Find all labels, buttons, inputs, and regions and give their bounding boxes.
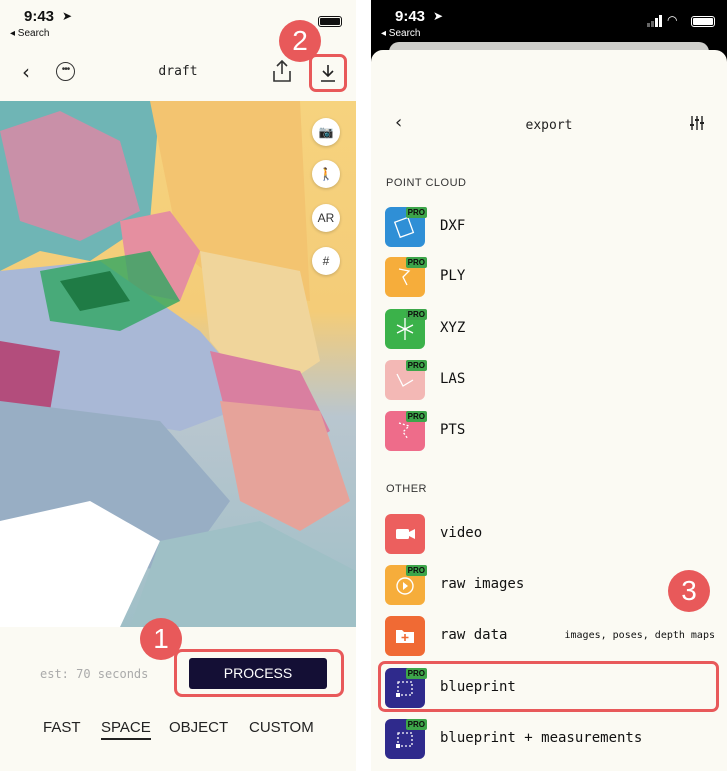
export-sheet: ‹ export POINT CLOUD OTHER PRO DXF PRO P… <box>371 50 727 771</box>
export-item-las[interactable]: PRO LAS <box>385 360 715 402</box>
estimate-text: est: 70 seconds <box>40 667 149 681</box>
section-other: OTHER <box>386 483 427 495</box>
grid-icon[interactable]: # <box>312 247 340 275</box>
battery-icon <box>691 16 715 27</box>
pro-badge: PRO <box>405 207 427 218</box>
blueprint-icon: PRO <box>385 719 427 759</box>
scan-render <box>0 101 356 627</box>
ply-icon: PRO <box>385 257 427 297</box>
wifi-icon: ◠ <box>667 13 678 27</box>
download-icon <box>321 65 335 82</box>
back-to-search-link[interactable]: ◂ Search <box>10 28 49 39</box>
export-item-xyz[interactable]: PRO XYZ <box>385 309 715 351</box>
item-label: PTS <box>440 422 466 438</box>
item-label: video <box>440 525 483 541</box>
item-label: blueprint + measurements <box>440 730 643 746</box>
item-label: raw data <box>440 627 508 643</box>
item-label: raw images <box>440 576 525 592</box>
mode-custom[interactable]: CUSTOM <box>249 719 314 736</box>
left-phone-screen: 9:43 ➤ ◂ Search ‹ ••• draft 📷 🚶 AR # est… <box>0 0 356 771</box>
export-item-dxf[interactable]: PRO DXF <box>385 207 715 249</box>
mode-fast[interactable]: FAST <box>43 719 81 736</box>
mode-space[interactable]: SPACE <box>101 719 151 740</box>
process-button[interactable]: PROCESS <box>189 658 327 689</box>
page-title: draft <box>158 64 198 79</box>
ar-button[interactable]: AR <box>312 204 340 232</box>
battery-icon <box>318 16 342 27</box>
raw-data-highlight <box>378 661 719 712</box>
export-item-blueprint-measurements[interactable]: PRO blueprint + measurements <box>385 719 715 761</box>
filter-settings-icon[interactable] <box>689 115 705 136</box>
item-label: LAS <box>440 371 466 387</box>
pro-badge: PRO <box>405 411 427 422</box>
pro-badge: PRO <box>405 309 427 320</box>
location-arrow-icon: ➤ <box>433 9 444 23</box>
folder-plus-icon <box>385 616 425 656</box>
step-badge-1: 1 <box>140 618 182 660</box>
item-label: DXF <box>440 218 466 234</box>
share-icon[interactable] <box>270 58 294 84</box>
step-badge-3: 3 <box>668 570 710 612</box>
status-time: 9:43 <box>24 8 55 25</box>
pro-badge: PRO <box>405 719 427 730</box>
process-highlight: PROCESS <box>174 649 344 697</box>
las-icon: PRO <box>385 360 427 400</box>
page-title: export <box>525 118 573 133</box>
walk-mode-icon[interactable]: 🚶 <box>312 160 340 188</box>
item-label: XYZ <box>440 320 466 336</box>
pts-icon: PRO <box>385 411 427 451</box>
export-item-video[interactable]: video <box>385 514 715 556</box>
back-to-search-link[interactable]: ◂ Search <box>381 28 420 39</box>
step-badge-2: 2 <box>279 20 321 62</box>
pro-badge: PRO <box>405 565 427 576</box>
status-time: 9:43 <box>395 8 426 25</box>
pro-badge: PRO <box>405 257 427 268</box>
right-phone-screen: 9:43 ➤ ◂ Search ◠ ‹ export POINT CLOUD O… <box>371 0 727 771</box>
dxf-icon: PRO <box>385 207 427 247</box>
export-item-raw-images[interactable]: PRO raw images <box>385 565 715 607</box>
3d-scan-viewport[interactable]: 📷 🚶 AR # <box>0 101 356 627</box>
signal-icon <box>647 14 663 27</box>
mode-object[interactable]: OBJECT <box>169 719 228 736</box>
video-camera-icon <box>385 514 425 554</box>
xyz-icon: PRO <box>385 309 427 349</box>
mode-selector: FAST SPACE OBJECT CUSTOM <box>0 719 356 743</box>
pro-badge: PRO <box>405 360 427 371</box>
timer-icon: PRO <box>385 565 427 605</box>
item-label: PLY <box>440 268 466 284</box>
export-item-pts[interactable]: PRO PTS <box>385 411 715 453</box>
status-bar: 9:43 ➤ ◂ Search ◠ <box>371 0 727 44</box>
camera-icon[interactable]: 📷 <box>312 118 340 146</box>
item-sublabel: images, poses, depth maps <box>564 630 715 641</box>
download-button[interactable] <box>309 54 347 92</box>
export-item-ply[interactable]: PRO PLY <box>385 257 715 299</box>
section-point-cloud: POINT CLOUD <box>386 177 467 189</box>
export-item-raw-data[interactable]: raw data images, poses, depth maps <box>385 616 715 658</box>
location-arrow-icon: ➤ <box>62 9 73 23</box>
